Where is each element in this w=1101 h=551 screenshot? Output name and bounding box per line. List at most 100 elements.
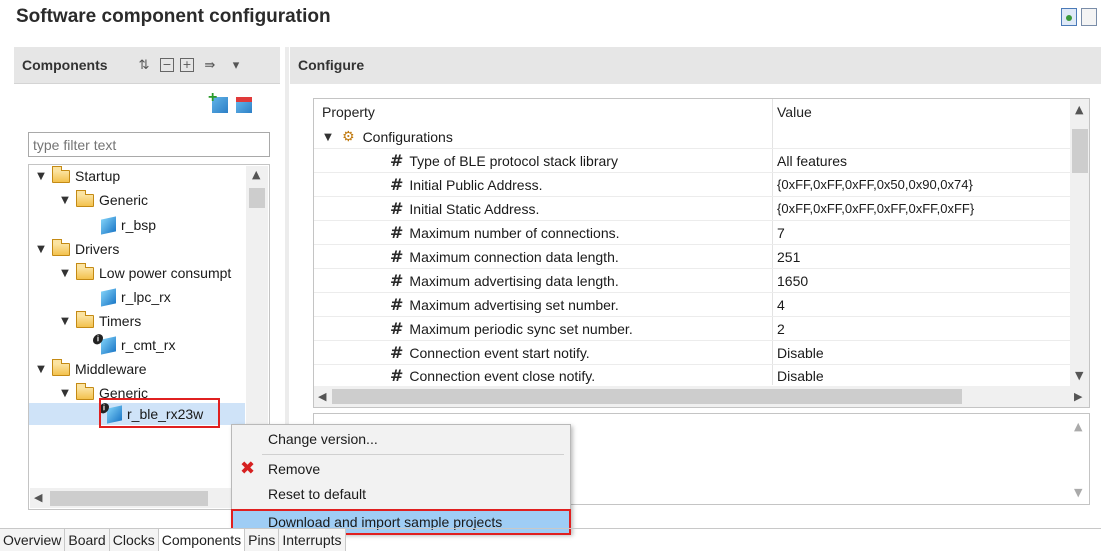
tab-board[interactable]: Board xyxy=(65,529,110,551)
property-value[interactable]: 251 xyxy=(777,249,800,265)
folder-icon xyxy=(52,165,70,183)
tree-item-r-lpc-rx[interactable]: r_lpc_rx xyxy=(101,286,171,308)
chevron-down-icon[interactable]: ▼ xyxy=(59,316,71,327)
scroll-left-icon[interactable]: ◀ xyxy=(34,491,42,504)
property-row[interactable]: # Type of BLE protocol stack library All … xyxy=(314,150,1070,173)
page-title: Software component configuration xyxy=(16,6,331,27)
scroll-up-icon[interactable]: ▲ xyxy=(252,168,260,181)
scroll-left-icon[interactable]: ◀ xyxy=(318,390,326,403)
property-row[interactable]: # Maximum advertising data length. 1650 xyxy=(314,270,1070,293)
property-row[interactable]: # Maximum connection data length. 251 xyxy=(314,246,1070,269)
property-value[interactable]: 4 xyxy=(777,297,785,313)
chevron-down-icon[interactable]: ▼ xyxy=(35,171,47,182)
property-value[interactable]: {0xFF,0xFF,0xFF,0x50,0x90,0x74} xyxy=(777,177,973,192)
property-value[interactable]: {0xFF,0xFF,0xFF,0xFF,0xFF,0xFF} xyxy=(777,201,974,216)
property-row[interactable]: # Connection event close notify. Disable xyxy=(314,365,1070,388)
scroll-thumb[interactable] xyxy=(332,389,962,404)
tree-item-generic[interactable]: ▼ Generic xyxy=(59,189,148,211)
remove-icon: ✖ xyxy=(240,458,256,479)
property-value[interactable]: Disable xyxy=(777,345,824,361)
chevron-down-icon[interactable]: ▼ xyxy=(59,388,71,399)
tree-item-timers[interactable]: ▼ Timers xyxy=(59,310,141,332)
view-menu-icon[interactable]: ⇛ xyxy=(200,55,220,75)
table-horizontal-scrollbar[interactable]: ◀ ▶ xyxy=(314,386,1089,407)
hash-icon: # xyxy=(390,175,404,194)
expand-all-icon[interactable]: + xyxy=(180,58,194,72)
dropdown-icon[interactable]: ▾ xyxy=(226,55,246,75)
chevron-down-icon[interactable]: ▼ xyxy=(35,364,47,375)
column-header-value[interactable]: Value xyxy=(777,104,812,120)
tree-item-label: r_bsp xyxy=(121,217,157,233)
menu-item-reset-default[interactable]: Reset to default xyxy=(232,482,570,506)
property-value[interactable]: 1650 xyxy=(777,273,808,289)
hash-icon: # xyxy=(390,151,404,170)
add-component-icon[interactable] xyxy=(208,89,228,113)
tree-item-low-power[interactable]: ▼ Low power consumpt xyxy=(59,262,231,284)
tree-item-label: Middleware xyxy=(75,361,147,377)
scroll-right-icon[interactable]: ▶ xyxy=(1074,390,1082,403)
component-icon: i xyxy=(93,332,116,355)
tab-pins[interactable]: Pins xyxy=(245,529,280,551)
tab-clocks[interactable]: Clocks xyxy=(109,529,159,551)
report-icon[interactable] xyxy=(1081,8,1097,26)
property-name: Initial Public Address. xyxy=(409,177,543,193)
config-group-row[interactable]: ▼ ⚙ Configurations xyxy=(314,125,1070,149)
tree-item-label: Startup xyxy=(75,168,121,184)
property-value[interactable]: Disable xyxy=(777,368,824,384)
property-value[interactable]: 2 xyxy=(777,321,785,337)
scroll-thumb[interactable] xyxy=(50,491,208,506)
configure-panel-title: Configure xyxy=(298,57,365,73)
component-icon xyxy=(101,215,116,235)
scroll-thumb[interactable] xyxy=(1072,129,1088,173)
filter-input[interactable] xyxy=(28,132,270,157)
folder-icon xyxy=(76,189,94,207)
property-row[interactable]: # Maximum number of connections. 7 xyxy=(314,222,1070,245)
menu-item-remove[interactable]: ✖ Remove xyxy=(232,457,570,481)
editor-tabs: Overview Board Clocks Components Pins In… xyxy=(0,528,1101,551)
collapse-all-icon[interactable]: − xyxy=(160,58,174,72)
info-icon: i xyxy=(93,332,103,345)
property-row[interactable]: # Connection event start notify. Disable xyxy=(314,342,1070,365)
hash-icon: # xyxy=(390,343,404,362)
highlight-callout xyxy=(99,398,220,428)
property-name: Maximum number of connections. xyxy=(409,225,620,241)
property-name: Connection event start notify. xyxy=(409,345,590,361)
tree-item-r-bsp[interactable]: r_bsp xyxy=(101,214,156,236)
property-name: Maximum advertising set number. xyxy=(409,297,619,313)
tree-horizontal-scrollbar[interactable]: ◀ xyxy=(30,488,246,508)
menu-item-label: Reset to default xyxy=(268,486,367,502)
tab-overview[interactable]: Overview xyxy=(0,529,66,551)
scroll-down-icon[interactable]: ▼ xyxy=(1075,369,1083,382)
column-header-property[interactable]: Property xyxy=(322,104,375,120)
property-row[interactable]: # Maximum periodic sync set number. 2 xyxy=(314,318,1070,341)
scroll-up-icon[interactable]: ▲ xyxy=(1075,103,1083,116)
scroll-down-icon[interactable]: ▼ xyxy=(1074,486,1082,499)
tree-item-middleware[interactable]: ▼ Middleware xyxy=(35,358,147,380)
sort-az-icon[interactable]: ⇅ xyxy=(134,55,154,75)
property-row[interactable]: # Maximum advertising set number. 4 xyxy=(314,294,1070,317)
property-row[interactable]: # Initial Static Address. {0xFF,0xFF,0xFF… xyxy=(314,198,1070,221)
property-value[interactable]: All features xyxy=(777,153,847,169)
chevron-down-icon[interactable]: ▼ xyxy=(35,244,47,255)
tab-interrupts[interactable]: Interrupts xyxy=(279,529,346,551)
menu-item-change-version[interactable]: Change version... xyxy=(232,427,570,451)
chevron-down-icon[interactable]: ▼ xyxy=(59,195,71,206)
property-row[interactable]: # Initial Public Address. {0xFF,0xFF,0xFF… xyxy=(314,174,1070,197)
scroll-thumb[interactable] xyxy=(249,188,265,208)
chevron-down-icon[interactable]: ▼ xyxy=(59,268,71,279)
context-menu: Change version... ✖ Remove Reset to defa… xyxy=(231,424,571,535)
remove-component-icon[interactable] xyxy=(236,97,252,113)
components-toolbar: ⇅ − + ⇛ ▾ xyxy=(134,55,246,75)
scroll-up-icon[interactable]: ▲ xyxy=(1074,420,1082,433)
tree-item-r-cmt-rx[interactable]: i r_cmt_rx xyxy=(93,332,175,356)
menu-item-label: Change version... xyxy=(268,431,378,447)
generate-code-icon[interactable] xyxy=(1061,8,1077,26)
tree-item-drivers[interactable]: ▼ Drivers xyxy=(35,238,119,260)
tree-item-label: r_lpc_rx xyxy=(121,289,171,305)
hash-icon: # xyxy=(390,366,404,385)
chevron-down-icon[interactable]: ▼ xyxy=(322,132,334,143)
tab-components[interactable]: Components xyxy=(158,529,246,551)
tree-item-startup[interactable]: ▼ Startup xyxy=(35,165,120,187)
table-vertical-scrollbar[interactable]: ▲ ▼ xyxy=(1070,99,1089,386)
property-value[interactable]: 7 xyxy=(777,225,785,241)
